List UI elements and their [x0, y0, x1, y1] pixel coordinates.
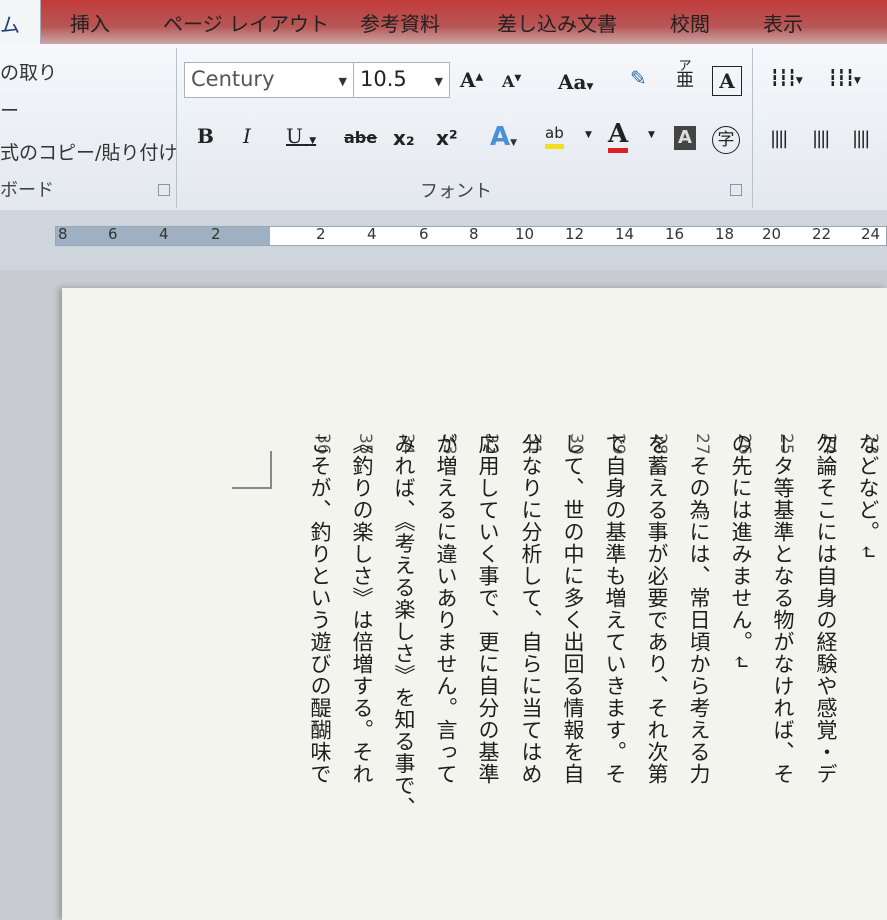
superscript-button[interactable]: x²	[436, 126, 458, 150]
font-dialog-launcher[interactable]	[730, 184, 742, 196]
tab-page-layout[interactable]: ページ レイアウト	[163, 8, 329, 37]
phonetic-guide-base: 亜	[676, 70, 694, 91]
bullets-icon: ┇┇┇	[770, 68, 797, 87]
margin-corner-mark	[232, 487, 272, 489]
font-name-combo[interactable]: Century ▼	[184, 62, 354, 98]
font-size-value: 10.5	[360, 67, 407, 91]
margin-corner-mark	[270, 451, 272, 489]
text-line[interactable]: が増えるに違いありません。言って	[426, 433, 466, 785]
horizontal-ruler[interactable]: 8 6 4 2 2 4 6 8 10 12 14 16 18 20 22 24	[55, 225, 887, 246]
eraser-icon: ✎	[630, 66, 647, 90]
text-line[interactable]: その為には、常日頃から考える力	[679, 433, 719, 785]
subscript-button[interactable]: x₂	[393, 126, 415, 150]
bullets-button[interactable]: ┇┇┇▼	[770, 68, 803, 87]
text-line[interactable]: こそが、釣りという遊びの醍醐味で	[300, 433, 340, 785]
text-line[interactable]: 応用していく事で、更に自分の基準	[468, 433, 508, 785]
ruler-number: 4	[367, 225, 377, 243]
text-line[interactable]: 《釣りの楽しさ》は倍増する。それ	[342, 433, 382, 785]
ruler-number: 12	[565, 225, 585, 243]
text-line[interactable]: して、世の中に多く出回る情報を自	[553, 433, 593, 785]
numbering-button[interactable]: ┇┇┇▼	[828, 68, 861, 87]
align-bottom-icon: ||||	[852, 128, 870, 149]
text-line[interactable]: などなど。↵	[848, 433, 887, 562]
highlight-button[interactable]: ab	[545, 122, 564, 149]
group-separator	[752, 48, 753, 208]
shrink-font-button[interactable]: A▼	[502, 72, 521, 91]
enclose-characters-button[interactable]: 字	[712, 126, 740, 154]
font-group-label: フォント	[420, 181, 492, 202]
numbering-icon: ┇┇┇	[828, 68, 855, 87]
character-border-icon: A	[719, 69, 735, 93]
chevron-down-icon: ▼	[338, 75, 347, 88]
change-case-button[interactable]: Aa▼	[558, 70, 593, 94]
grow-font-button[interactable]: A▲	[460, 68, 483, 92]
text-line[interactable]: を蓄える事が必要であり、それ次第	[637, 433, 677, 785]
ruler-number: 6	[419, 225, 429, 243]
italic-button[interactable]: I	[243, 124, 251, 148]
character-border-button[interactable]: A	[712, 66, 742, 96]
highlighter-icon: ab	[545, 124, 564, 142]
strikethrough-button[interactable]: abe	[344, 128, 377, 147]
phonetic-guide-button[interactable]: ア亜	[676, 60, 694, 90]
underline-button[interactable]: U ▼	[286, 124, 316, 148]
align-top-button[interactable]: ||||	[770, 128, 788, 149]
cut-button[interactable]: の取り	[0, 58, 57, 85]
align-center-button[interactable]: ||||	[812, 128, 830, 149]
align-center-icon: ||||	[812, 128, 830, 149]
character-shading-button[interactable]: A	[674, 126, 696, 150]
tab-insert[interactable]: 挿入	[70, 8, 110, 37]
tab-home-label: ム	[0, 13, 20, 37]
ruler-number: 18	[715, 225, 735, 243]
chevron-down-icon: ▼	[434, 75, 443, 88]
underline-icon: U	[286, 124, 303, 148]
font-name-value: Century	[191, 67, 275, 91]
ruler-number: 2	[316, 225, 326, 243]
text-effects-icon: A	[490, 122, 511, 152]
ruler-number: 14	[615, 225, 635, 243]
shrink-font-icon: A	[502, 72, 515, 91]
text-line[interactable]: で自身の基準も増えていきます。そ	[595, 433, 635, 785]
font-color-dropdown[interactable]: ▼	[648, 130, 655, 140]
tab-mailings[interactable]: 差し込み文書	[497, 8, 617, 37]
bold-button[interactable]: B	[197, 124, 214, 148]
ruler-number: 2	[211, 225, 221, 243]
align-top-icon: ||||	[770, 128, 788, 149]
highlight-dropdown[interactable]: ▼	[585, 130, 592, 140]
text-line[interactable]: 勿論そこには自身の経験や感覚・デ	[806, 433, 846, 785]
clipboard-dialog-launcher[interactable]	[158, 184, 170, 196]
tab-home[interactable]: ム	[0, 0, 41, 44]
ribbon: の取り ー 式のコピー/貼り付け ボード Century ▼ 10.5 ▼ A▲…	[0, 44, 887, 211]
align-bottom-button[interactable]: ||||	[852, 128, 870, 149]
ruler-number: 8	[58, 225, 68, 243]
text-line[interactable]: 分なりに分析して、自らに当てはめ	[511, 433, 551, 785]
ruler-number: 20	[762, 225, 782, 243]
group-separator	[176, 48, 177, 208]
ruler-number: 22	[812, 225, 832, 243]
character-shading-icon: A	[678, 127, 692, 148]
tab-references[interactable]: 参考資料	[360, 8, 440, 37]
font-size-combo[interactable]: 10.5 ▼	[353, 62, 450, 98]
clear-formatting-button[interactable]: ✎	[630, 66, 647, 90]
text-line[interactable]: みれば、《考える楽しさ》を知る事で、	[384, 433, 424, 819]
clipboard-group-label: ボード	[0, 180, 54, 201]
copy-button[interactable]: ー	[0, 96, 19, 123]
enclose-characters-icon: 字	[717, 130, 735, 150]
text-line[interactable]: ータ等基準となる物がなければ、そ	[763, 433, 803, 785]
tab-view[interactable]: 表示	[763, 8, 803, 37]
text-effects-button[interactable]: A▼	[490, 122, 517, 152]
ruler-number: 24	[861, 225, 881, 243]
text-line[interactable]: の先には進みません。↵	[721, 433, 761, 672]
ruler-number: 10	[515, 225, 535, 243]
format-painter-button[interactable]: 式のコピー/貼り付け	[0, 138, 177, 165]
change-case-icon: Aa	[558, 70, 587, 94]
ribbon-tab-bar: ム 挿入 ページ レイアウト 参考資料 差し込み文書 校閲 表示	[0, 0, 887, 44]
ruler-number: 8	[469, 225, 479, 243]
grow-font-icon: A	[460, 68, 476, 92]
ruler-number: 4	[159, 225, 169, 243]
font-color-icon: A	[608, 119, 629, 149]
ruler-number: 6	[108, 225, 118, 243]
font-color-button[interactable]: A	[608, 119, 629, 153]
tab-review[interactable]: 校閲	[670, 8, 710, 37]
ruler-number: 16	[665, 225, 685, 243]
